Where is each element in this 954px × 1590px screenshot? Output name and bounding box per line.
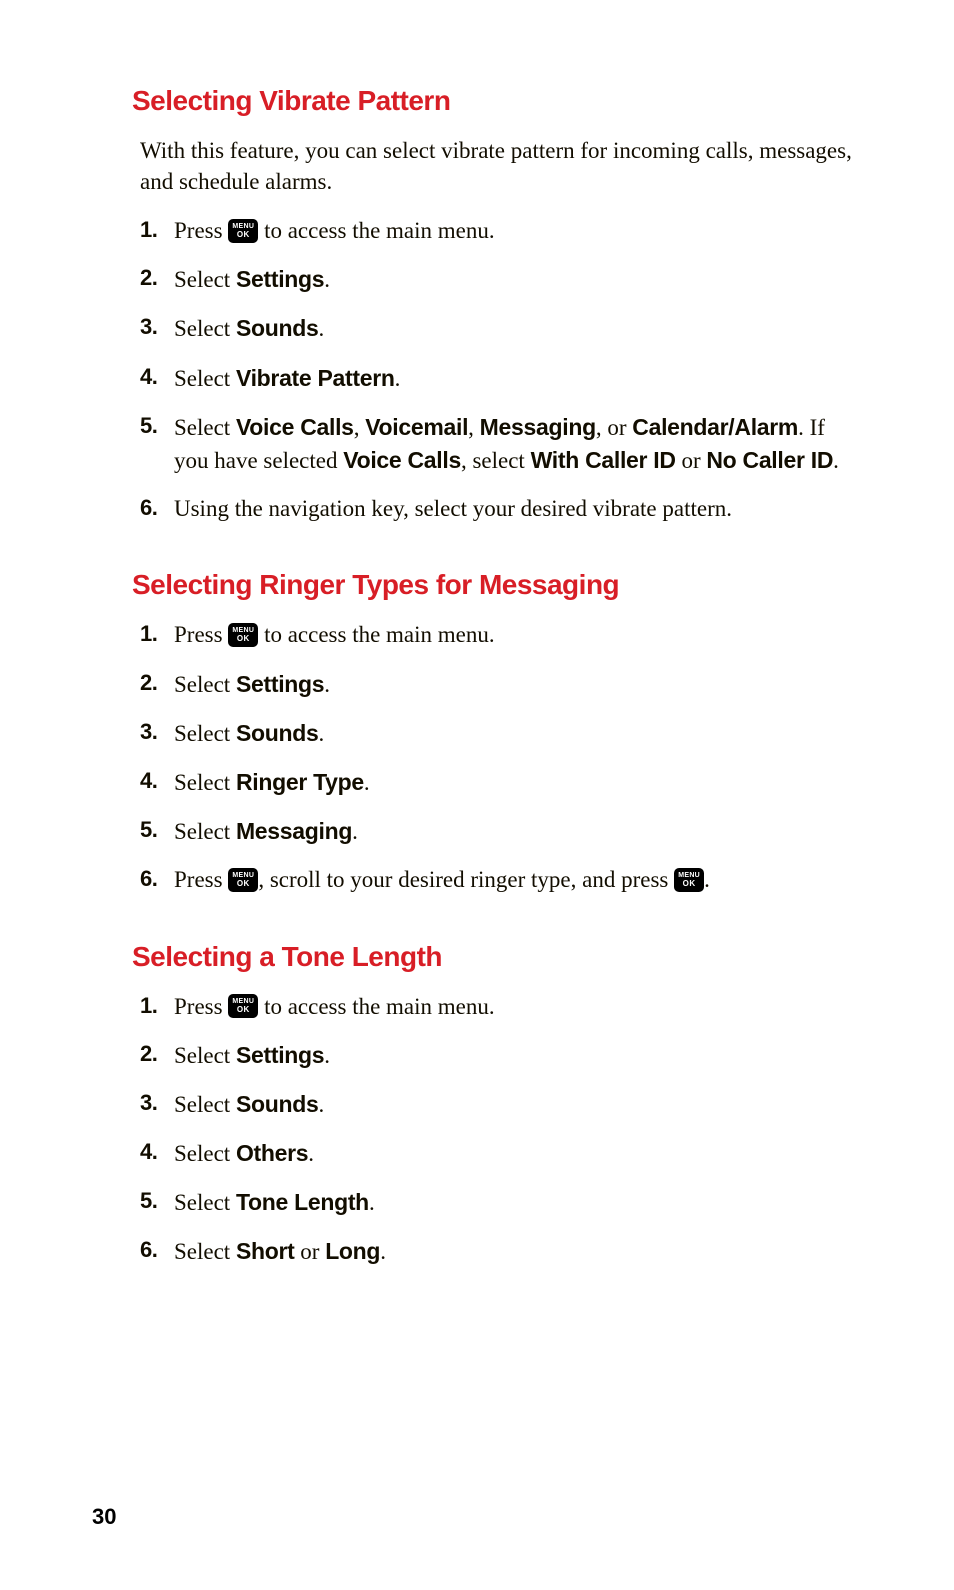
menu-ok-icon: MENUOK [228, 219, 258, 243]
steps-list: 1.Press MENUOK to access the main menu.2… [132, 991, 854, 1285]
bold-term: Settings [236, 266, 324, 292]
section-heading: Selecting a Tone Length [132, 941, 854, 973]
step-item: 3.Select Sounds. [140, 312, 854, 361]
step-item: 2.Select Settings. [140, 263, 854, 312]
bold-term: Settings [236, 1042, 324, 1068]
page: Selecting Vibrate Pattern With this featu… [0, 0, 954, 1590]
step-item: 1.Press MENUOK to access the main menu. [140, 619, 854, 667]
bold-term: Tone Length [236, 1189, 369, 1215]
bold-term: Sounds [236, 720, 319, 746]
step-number: 2. [140, 1039, 157, 1070]
step-item: 2.Select Settings. [140, 668, 854, 717]
step-item: 4.Select Vibrate Pattern. [140, 362, 854, 411]
bold-term: Sounds [236, 315, 319, 341]
menu-ok-icon: MENUOK [674, 868, 704, 892]
step-item: 6.Using the navigation key, select your … [140, 493, 854, 541]
steps-list: 1.Press MENUOK to access the main menu.2… [132, 215, 854, 541]
bold-term: Settings [236, 671, 324, 697]
bold-term: Voice Calls [236, 414, 354, 440]
step-number: 6. [140, 864, 157, 895]
menu-ok-icon: MENUOK [228, 868, 258, 892]
step-number: 3. [140, 717, 157, 748]
bold-term: Short [236, 1238, 295, 1264]
step-item: 3.Select Sounds. [140, 1088, 854, 1137]
step-number: 1. [140, 619, 157, 650]
step-number: 4. [140, 362, 157, 393]
bold-term: Calendar/Alarm [632, 414, 798, 440]
page-content: Selecting Vibrate Pattern With this featu… [132, 85, 854, 1285]
bold-term: Voice Calls [343, 447, 461, 473]
bold-term: Long [325, 1238, 380, 1264]
step-number: 5. [140, 815, 157, 846]
bold-term: Voicemail [365, 414, 468, 440]
step-number: 4. [140, 766, 157, 797]
step-number: 1. [140, 215, 157, 246]
menu-ok-icon: MENUOK [228, 623, 258, 647]
step-item: 2.Select Settings. [140, 1039, 854, 1088]
step-number: 6. [140, 1235, 157, 1266]
bold-term: Vibrate Pattern [236, 365, 395, 391]
step-number: 4. [140, 1137, 157, 1168]
bold-term: Ringer Type [236, 769, 364, 795]
step-item: 3.Select Sounds. [140, 717, 854, 766]
step-number: 2. [140, 668, 157, 699]
step-item: 5.Select Messaging. [140, 815, 854, 864]
section-heading: Selecting Vibrate Pattern [132, 85, 854, 117]
bold-term: Messaging [480, 414, 596, 440]
step-item: 5.Select Voice Calls, Voicemail, Messagi… [140, 411, 854, 493]
step-item: 5.Select Tone Length. [140, 1186, 854, 1235]
step-number: 6. [140, 493, 157, 524]
step-item: 6.Press MENUOK, scroll to your desired r… [140, 864, 854, 912]
step-number: 2. [140, 263, 157, 294]
step-number: 5. [140, 411, 157, 442]
step-item: 1.Press MENUOK to access the main menu. [140, 991, 854, 1039]
section-heading: Selecting Ringer Types for Messaging [132, 569, 854, 601]
step-number: 5. [140, 1186, 157, 1217]
step-item: 4.Select Ringer Type. [140, 766, 854, 815]
bold-term: Messaging [236, 818, 352, 844]
section-intro: With this feature, you can select vibrat… [140, 135, 854, 197]
step-number: 1. [140, 991, 157, 1022]
step-number: 3. [140, 312, 157, 343]
bold-term: Sounds [236, 1091, 319, 1117]
step-number: 3. [140, 1088, 157, 1119]
bold-term: Others [236, 1140, 308, 1166]
step-item: 1.Press MENUOK to access the main menu. [140, 215, 854, 263]
bold-term: With Caller ID [531, 447, 676, 473]
steps-list: 1.Press MENUOK to access the main menu.2… [132, 619, 854, 912]
menu-ok-icon: MENUOK [228, 994, 258, 1018]
step-item: 6.Select Short or Long. [140, 1235, 854, 1284]
step-item: 4.Select Others. [140, 1137, 854, 1186]
page-number: 30 [92, 1504, 116, 1530]
bold-term: No Caller ID [706, 447, 833, 473]
